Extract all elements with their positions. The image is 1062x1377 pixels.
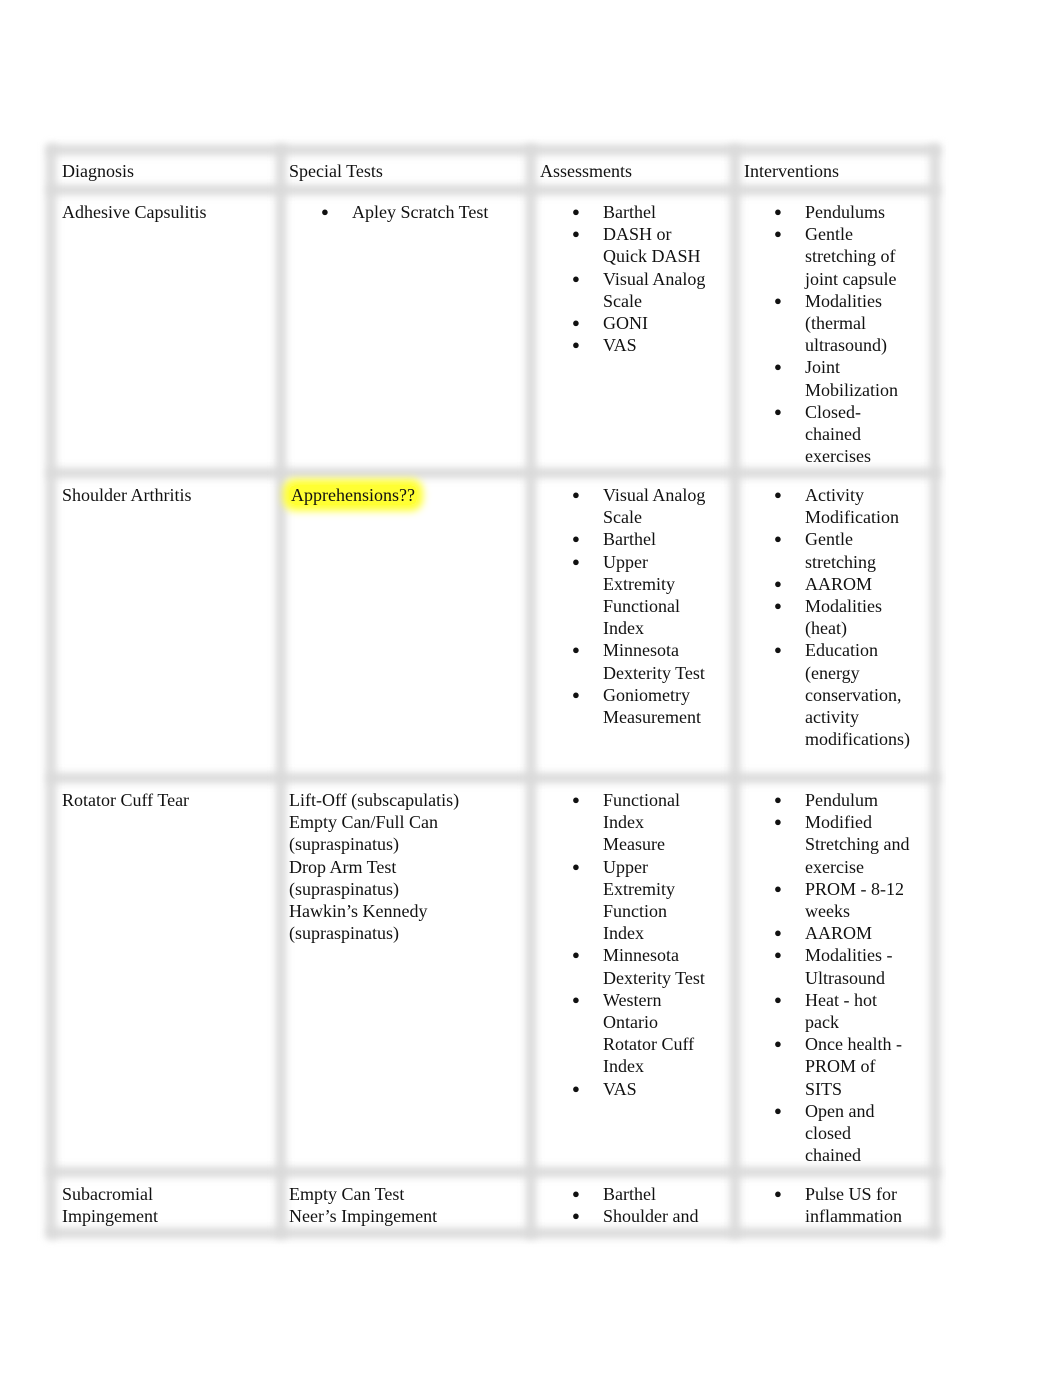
row4-special-tests: Empty Can Test Neer’s Impingement: [289, 1183, 489, 1227]
special-test-line: Drop Arm Test (supraspinatus): [289, 856, 399, 899]
intervention-item: Pendulums: [774, 201, 914, 223]
row2-special-tests: Apprehensions??: [289, 484, 417, 506]
assessment-item: Upper Extremity Functional Index: [572, 551, 688, 640]
intervention-item: Modified Stretching and exercise: [774, 811, 920, 878]
row3-assessments: Functional Index Measure Upper Extremity…: [572, 789, 722, 1100]
intervention-item: Open and closed chained: [774, 1100, 885, 1167]
row3-interventions: Pendulum Modified Stretching and exercis…: [774, 789, 924, 1166]
intervention-item: Modalities (thermal ultrasound): [774, 290, 895, 357]
special-test-line: Neer’s Impingement: [289, 1206, 438, 1227]
row4-interventions: Pulse US for inflammation: [774, 1183, 924, 1227]
row1-interventions: Pendulums Gentle stretching of joint cap…: [774, 201, 914, 467]
assessment-item: Minnesota Dexterity Test: [572, 639, 713, 683]
special-test-line: Empty Can Test: [289, 1184, 405, 1204]
row4-diagnosis: Subacromial Impingement: [62, 1184, 158, 1227]
row2-assessments: Visual Analog Scale Barthel Upper Extrem…: [572, 484, 722, 728]
table-border-col1: [276, 145, 286, 1238]
intervention-item: AAROM: [774, 573, 924, 595]
assessment-item: Western Ontario Rotator Cuff Index: [572, 989, 703, 1078]
assessment-item: Upper Extremity Function Index: [572, 856, 688, 945]
assessment-item: Shoulder and: [572, 1205, 722, 1227]
assessment-item: Barthel: [572, 528, 722, 550]
table-border-right: [930, 145, 940, 1238]
intervention-item: Activity Modification: [774, 484, 905, 528]
header-special-tests: Special Tests: [289, 161, 383, 181]
assessment-item: Goniometry Measurement: [572, 684, 713, 728]
intervention-item: PROM - 8-12 weeks: [774, 878, 915, 922]
assessment-item: Minnesota Dexterity Test: [572, 944, 713, 988]
special-test-line: Lift-Off (subscapulatis): [289, 790, 460, 810]
intervention-item: Pendulum: [774, 789, 924, 811]
header-diagnosis: Diagnosis: [62, 161, 134, 181]
row1-diagnosis: Adhesive Capsulitis: [62, 202, 207, 222]
assessment-item: VAS: [572, 334, 722, 356]
intervention-item: Once health - PROM of SITS: [774, 1033, 913, 1100]
table-border-header: [48, 185, 940, 195]
intervention-item: Modalities - Ultrasound: [774, 944, 905, 988]
intervention-item: Closed-chained exercises: [774, 401, 880, 468]
intervention-item: Modalities (heat): [774, 595, 890, 639]
highlighted-note: Apprehensions??: [289, 485, 417, 505]
intervention-item: AAROM: [774, 922, 924, 944]
intervention-item: Pulse US for inflammation: [774, 1183, 910, 1227]
table-border-top: [48, 145, 940, 155]
assessment-item: VAS: [572, 1078, 722, 1100]
assessment-item: Functional Index Measure: [572, 789, 688, 856]
assessment-item: Barthel: [572, 1183, 722, 1205]
special-test-line: Hawkin’s Kennedy (supraspinatus): [289, 901, 428, 944]
table-border-row3: [48, 1167, 940, 1177]
table-border-left: [46, 145, 56, 1238]
row4-assessments: Barthel Shoulder and: [572, 1183, 722, 1228]
assessment-item: DASH or Quick DASH: [572, 223, 703, 267]
row2-diagnosis: Shoulder Arthritis: [62, 485, 192, 505]
header-assessments: Assessments: [540, 161, 633, 181]
intervention-item: Joint Mobilization: [774, 356, 898, 400]
row3-diagnosis: Rotator Cuff Tear: [62, 790, 190, 810]
assessment-item: Visual Analog Scale: [572, 484, 718, 528]
table-border-col3: [730, 145, 740, 1238]
document-page: Diagnosis Special Tests Assessments Inte…: [0, 0, 1062, 1377]
assessment-item: Visual Analog Scale: [572, 268, 718, 312]
table-border-row2: [48, 773, 940, 783]
table-border-col2: [526, 145, 536, 1238]
row3-special-tests: Lift-Off (subscapulatis) Empty Can/Full …: [289, 789, 489, 944]
row2-interventions: Activity Modification Gentle stretching …: [774, 484, 924, 750]
header-interventions: Interventions: [744, 161, 839, 181]
assessment-item: GONI: [572, 312, 722, 334]
assessment-item: Barthel: [572, 201, 722, 223]
special-test-item: Apley Scratch Test: [321, 201, 521, 223]
table-border-row1: [48, 468, 940, 478]
intervention-item: Heat - hot pack: [774, 989, 885, 1033]
table-border-bottom: [48, 1228, 940, 1238]
intervention-item: Education (energy conservation, activity…: [774, 639, 918, 750]
special-test-line: Empty Can/Full Can (supraspinatus): [289, 812, 439, 855]
intervention-item: Gentle stretching of joint capsule: [774, 223, 900, 290]
intervention-item: Gentle stretching: [774, 528, 885, 572]
row1-assessments: Barthel DASH or Quick DASH Visual Analog…: [572, 201, 722, 357]
row1-special-tests: Apley Scratch Test: [321, 201, 521, 223]
